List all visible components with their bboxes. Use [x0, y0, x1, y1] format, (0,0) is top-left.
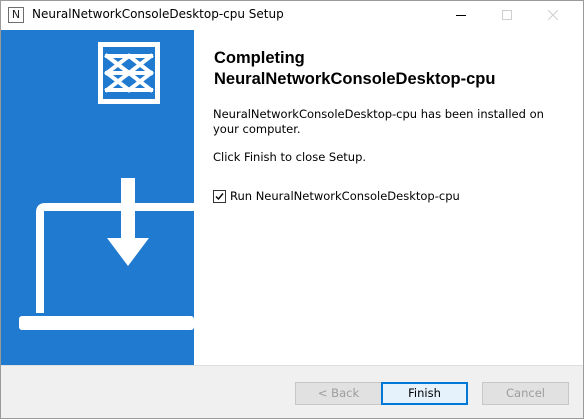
nnc-logo: [98, 42, 160, 104]
finish-hint: Click Finish to close Setup.: [213, 150, 367, 164]
title-bar[interactable]: N NeuralNetworkConsoleDesktop-cpu Setup: [1, 1, 583, 30]
installed-message: NeuralNetworkConsoleDesktop-cpu has been…: [213, 107, 544, 136]
banner-illustration: [19, 42, 194, 330]
checkmark-icon: [215, 192, 224, 200]
page-title: Completing NeuralNetworkConsoleDesktop-c…: [214, 48, 574, 90]
maximize-button[interactable]: [484, 1, 530, 30]
close-button[interactable]: [530, 1, 576, 30]
finish-button[interactable]: Finish: [381, 382, 468, 405]
download-arrow: [107, 178, 149, 266]
page-title-line-2: NeuralNetworkConsoleDesktop-cpu: [214, 70, 496, 88]
run-app-option[interactable]: Run NeuralNetworkConsoleDesktop-cpu: [213, 188, 460, 204]
maximize-icon: [502, 10, 512, 20]
page-title-line-1: Completing: [214, 49, 305, 67]
minimize-icon: [456, 15, 466, 16]
window-title: NeuralNetworkConsoleDesktop-cpu Setup: [32, 7, 284, 21]
setup-window: N NeuralNetworkConsoleDesktop-cpu Setup: [0, 0, 584, 419]
close-icon: [548, 10, 558, 20]
wizard-banner: [1, 30, 194, 365]
cancel-button[interactable]: Cancel: [482, 382, 569, 405]
back-button[interactable]: < Back: [295, 382, 382, 405]
app-icon: N: [8, 7, 24, 23]
minimize-button[interactable]: [438, 1, 484, 30]
button-bar: < Back Finish Cancel: [1, 365, 583, 418]
run-app-checkbox[interactable]: [213, 189, 226, 203]
laptop: [19, 203, 194, 330]
run-app-label[interactable]: Run NeuralNetworkConsoleDesktop-cpu: [230, 189, 460, 204]
